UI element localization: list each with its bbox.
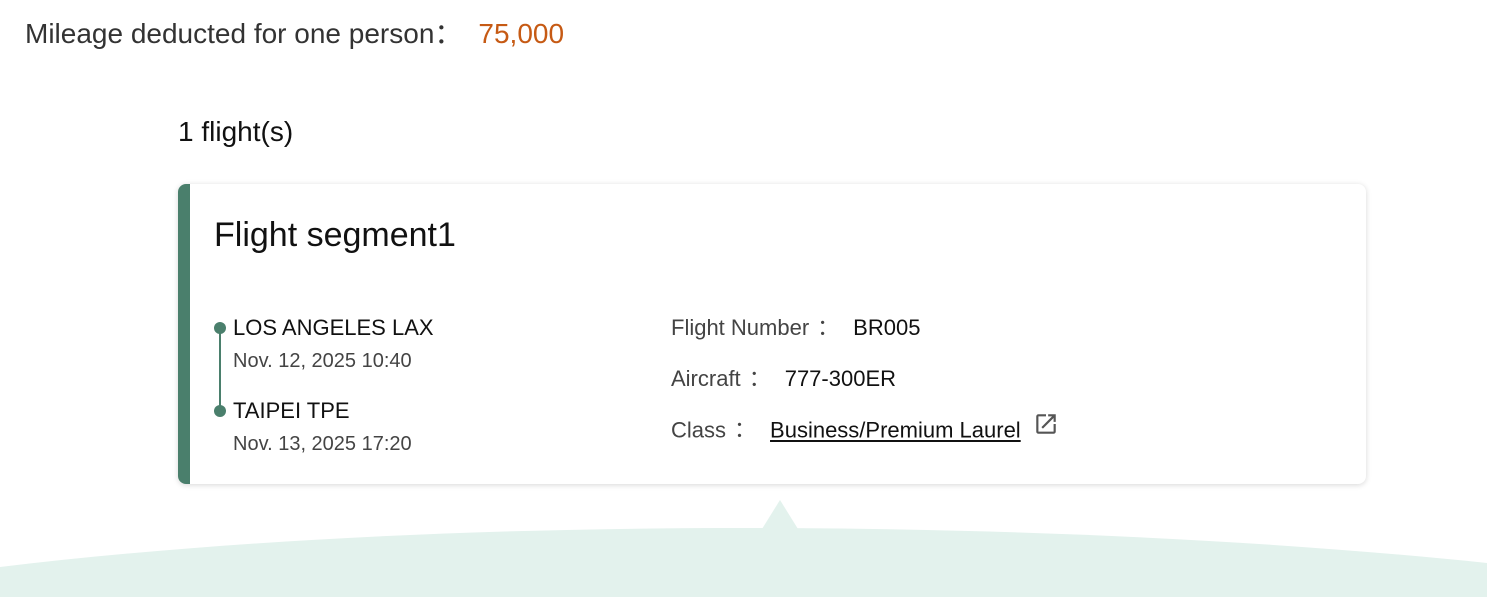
departure-dot-icon (214, 322, 226, 334)
aircraft-value: 777-300ER (784, 366, 897, 391)
card-accent-bar (178, 184, 190, 484)
separator: ： (748, 366, 771, 391)
page: Mileage deducted for one person： 75,000 1… (0, 0, 1487, 597)
mileage-label: Mileage deducted for one person： (25, 18, 463, 49)
separator: ： (817, 315, 840, 340)
flight-number-label: Flight Number (671, 315, 810, 340)
external-link-icon[interactable] (1033, 411, 1059, 446)
departure-time: Nov. 12, 2025 10:40 (233, 350, 412, 372)
route-timeline: LOS ANGELES LAX Nov. 12, 2025 10:40 TAIP… (214, 312, 614, 462)
route-line (219, 327, 221, 411)
aircraft-row: Aircraft ： 777-300ER (671, 363, 1059, 414)
mileage-value: 75,000 (478, 18, 565, 49)
flight-number-value: BR005 (853, 315, 921, 340)
flight-number-row: Flight Number ： BR005 (671, 312, 1059, 363)
arrival-time: Nov. 13, 2025 17:20 (233, 433, 412, 455)
class-row: Class ： Business/Premium Laurel (671, 414, 1059, 465)
aircraft-label: Aircraft (671, 366, 741, 391)
departure-city: LOS ANGELES LAX (233, 315, 434, 340)
departure-stop: LOS ANGELES LAX Nov. 12, 2025 10:40 (233, 312, 434, 376)
separator: ： (734, 417, 757, 443)
flight-segment-card: Flight segment1 LOS ANGELES LAX Nov. 12,… (178, 184, 1366, 484)
segment-title: Flight segment1 (214, 216, 456, 254)
flight-count: 1 flight(s) (178, 116, 294, 147)
arrival-dot-icon (214, 405, 226, 417)
mileage-summary: Mileage deducted for one person： 75,000 (25, 14, 564, 54)
flight-details: Flight Number ： BR005 Aircraft ： 777-300ER C… (671, 312, 1059, 465)
class-link[interactable]: Business/Premium Laurel (770, 417, 1021, 442)
arrival-city: TAIPEI TPE (233, 398, 350, 423)
arrival-stop: TAIPEI TPE Nov. 13, 2025 17:20 (233, 395, 412, 459)
class-label: Class (671, 417, 727, 443)
